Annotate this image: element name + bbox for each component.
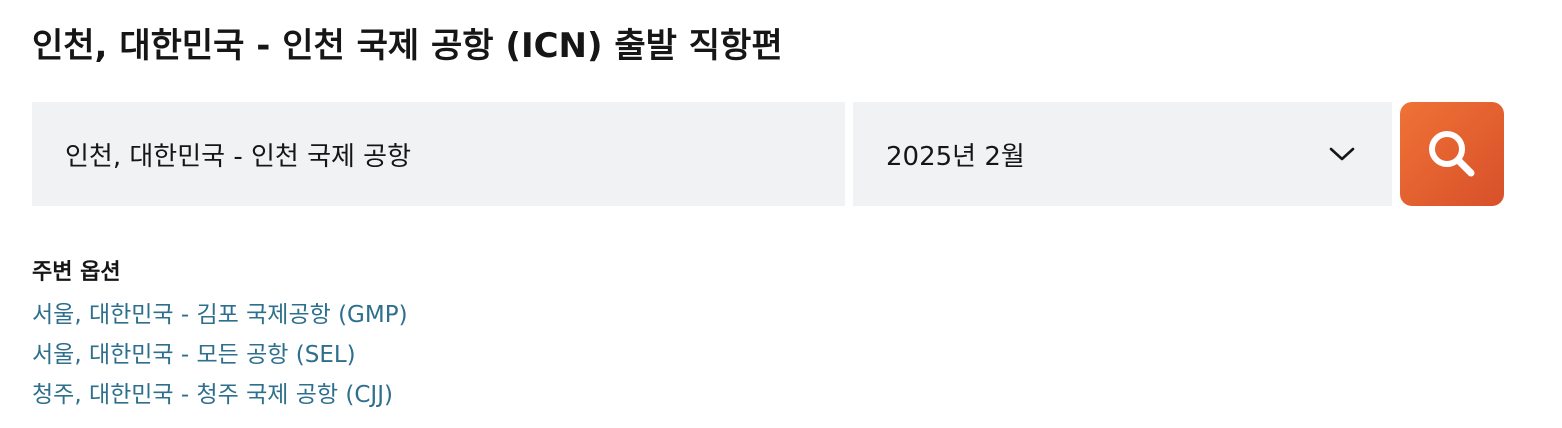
- search-button[interactable]: [1400, 102, 1504, 206]
- nearby-option-sel-link[interactable]: 서울, 대한민국 - 모든 공항 (SEL): [32, 342, 356, 368]
- origin-input-value: 인천, 대한민국 - 인천 국제 공항: [65, 141, 412, 172]
- nearby-option-cjj-link[interactable]: 청주, 대한민국 - 청주 국제 공항 (CJJ): [32, 382, 393, 408]
- list-item: 청주, 대한민국 - 청주 국제 공항 (CJJ): [32, 377, 408, 417]
- search-icon: [1429, 131, 1475, 177]
- page-title: 인천, 대한민국 - 인천 국제 공항 (ICN) 출발 직항편: [32, 26, 783, 66]
- month-select[interactable]: 2025년 2월: [853, 102, 1392, 206]
- nearby-options-heading: 주변 옵션: [32, 260, 121, 285]
- nearby-option-gmp-link[interactable]: 서울, 대한민국 - 김포 국제공항 (GMP): [32, 302, 408, 328]
- origin-input[interactable]: 인천, 대한민국 - 인천 국제 공항: [32, 102, 845, 206]
- month-select-value: 2025년 2월: [886, 141, 1025, 172]
- page: 인천, 대한민국 - 인천 국제 공항 (ICN) 출발 직항편 인천, 대한민…: [0, 0, 1562, 428]
- list-item: 서울, 대한민국 - 모든 공항 (SEL): [32, 337, 408, 377]
- nearby-options-list: 서울, 대한민국 - 김포 국제공항 (GMP) 서울, 대한민국 - 모든 공…: [32, 297, 408, 417]
- chevron-down-icon: [1329, 147, 1355, 161]
- list-item: 서울, 대한민국 - 김포 국제공항 (GMP): [32, 297, 408, 337]
